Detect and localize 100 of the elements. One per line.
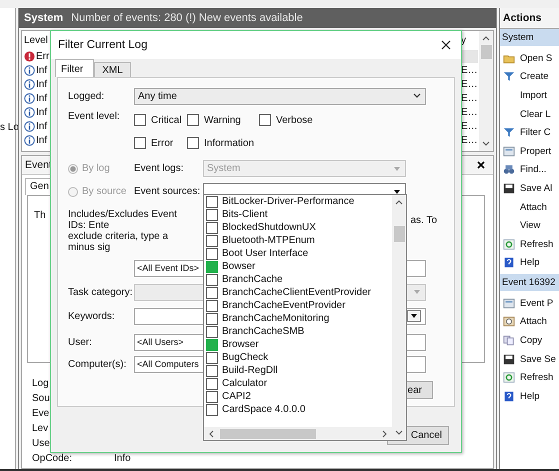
list-item[interactable]: CAPI2 xyxy=(204,390,392,403)
action-link[interactable]: Copy xyxy=(520,334,542,346)
action-link[interactable]: Find... xyxy=(520,164,546,176)
tab[interactable]: XML xyxy=(94,62,131,77)
close-icon[interactable] xyxy=(477,161,485,169)
action-link[interactable]: Attach xyxy=(520,316,547,328)
copy-icon xyxy=(503,334,515,346)
list-item[interactable]: BranchCacheEventProvider xyxy=(204,299,392,312)
refresh-icon xyxy=(503,372,515,384)
help-icon xyxy=(503,257,515,268)
chevron-icon xyxy=(413,93,421,99)
save-icon xyxy=(503,182,515,194)
table-cell: Inf xyxy=(36,134,48,146)
checkbox[interactable]: Warning xyxy=(187,112,259,128)
list-item[interactable]: BranchCacheClientEventProvider xyxy=(204,286,392,299)
list-item[interactable]: Bluetooth-MTPEnum xyxy=(204,234,392,247)
table-cell: E… xyxy=(461,64,478,76)
caret-icon xyxy=(413,289,421,295)
scrollbar[interactable] xyxy=(392,195,406,440)
info-icon xyxy=(24,134,35,146)
selected-cell[interactable] xyxy=(461,50,478,62)
info-icon xyxy=(24,106,35,118)
field-label: Logged: xyxy=(68,90,106,102)
checkbox[interactable]: Critical xyxy=(134,112,187,128)
action-link[interactable]: Open S xyxy=(520,52,552,64)
field-label: Keywords: xyxy=(68,310,116,322)
list-item[interactable]: Bowser xyxy=(204,260,392,273)
binoculars-icon xyxy=(503,164,515,176)
clock-icon xyxy=(503,316,515,328)
table-cell: Inf xyxy=(36,120,48,132)
action-link[interactable]: View xyxy=(520,220,540,232)
scroll-thumb[interactable] xyxy=(394,226,404,242)
help-text: exclude criteria, type a minus sig xyxy=(68,231,170,253)
scroll-thumb[interactable] xyxy=(220,428,316,438)
scroll-right-icon[interactable] xyxy=(382,430,388,438)
close-icon[interactable] xyxy=(441,40,451,50)
tab[interactable]: Filter xyxy=(55,59,94,77)
help-icon xyxy=(503,390,515,402)
action-link[interactable]: Import xyxy=(520,90,547,101)
scroll-up-icon[interactable] xyxy=(482,35,490,41)
table-cell: Inf xyxy=(36,64,48,76)
scroll-left-icon[interactable] xyxy=(208,430,214,438)
column-header[interactable]: Level xyxy=(24,35,48,46)
list-item[interactable]: CardSpace 4.0.0.0 xyxy=(204,403,392,416)
list-item[interactable]: BlockedShutdownUX xyxy=(204,221,392,234)
checkbox[interactable]: Verbose xyxy=(259,112,313,128)
properties-icon xyxy=(503,146,515,157)
action-link[interactable]: Save Se xyxy=(520,354,556,365)
field-label: Log xyxy=(32,378,49,391)
refresh-icon xyxy=(503,238,515,250)
help-text: as. To xyxy=(410,214,437,228)
checkbox[interactable]: Information xyxy=(187,135,259,151)
dialog-title: Filter Current Log xyxy=(58,39,148,51)
scrollbar[interactable] xyxy=(204,427,392,440)
field-value: Info xyxy=(114,453,131,466)
list-item[interactable]: BitLocker-Driver-Performance xyxy=(204,195,392,208)
action-link[interactable]: Create xyxy=(520,71,549,82)
list-item[interactable]: Browser xyxy=(204,338,392,351)
properties-icon xyxy=(503,298,515,309)
section-header[interactable]: Event 16392 xyxy=(500,274,559,291)
action-link[interactable]: Help xyxy=(520,257,540,268)
action-link[interactable]: Attach xyxy=(520,202,547,213)
error-icon xyxy=(24,50,35,62)
list-item[interactable]: BugCheck xyxy=(204,351,392,364)
action-link[interactable]: Refresh xyxy=(520,372,554,384)
action-link[interactable]: Help xyxy=(520,390,540,402)
list-item[interactable]: Bits-Client xyxy=(204,208,392,221)
table-cell: E… xyxy=(461,106,478,118)
list-item[interactable]: Boot User Interface xyxy=(204,247,392,260)
scroll-down-icon[interactable] xyxy=(395,430,403,436)
action-link[interactable]: Propert xyxy=(520,146,552,157)
dropdown[interactable]: Any time xyxy=(134,88,426,104)
log-title: System xyxy=(24,12,64,24)
action-link[interactable]: Clear L xyxy=(520,108,551,120)
funnel-icon xyxy=(503,71,515,82)
scroll-thumb[interactable] xyxy=(480,45,492,59)
list-item[interactable]: Calculator xyxy=(204,377,392,390)
scroll-down-icon[interactable] xyxy=(482,141,490,147)
field-label: Event level: xyxy=(68,111,121,124)
checkbox[interactable]: Error xyxy=(134,135,187,151)
table-cell: Inf xyxy=(36,106,48,118)
action-link[interactable]: Filter C xyxy=(520,127,551,138)
action-link[interactable]: Save Al xyxy=(520,182,552,194)
field-label: Event logs: xyxy=(134,163,184,174)
scrollbar[interactable] xyxy=(479,31,493,151)
list-item[interactable]: BranchCacheMonitoring xyxy=(204,312,392,325)
folder-icon xyxy=(503,52,515,64)
action-link[interactable]: Event P xyxy=(520,298,554,309)
field-label: User: xyxy=(68,336,93,348)
table-cell: E… xyxy=(461,92,478,104)
list-item[interactable]: BranchCache xyxy=(204,273,392,286)
list-item[interactable]: BranchCacheSMB xyxy=(204,325,392,338)
action-link[interactable]: Refresh xyxy=(520,238,554,250)
scroll-up-icon[interactable] xyxy=(395,199,403,205)
info-icon xyxy=(24,92,35,104)
section-header[interactable]: System xyxy=(500,29,559,46)
event-count-text: Number of events: 280 (!) New events available xyxy=(71,12,303,24)
info-icon xyxy=(24,120,35,132)
list-item[interactable]: Build-RegDll xyxy=(204,364,392,377)
field-label: Lev xyxy=(32,423,48,436)
